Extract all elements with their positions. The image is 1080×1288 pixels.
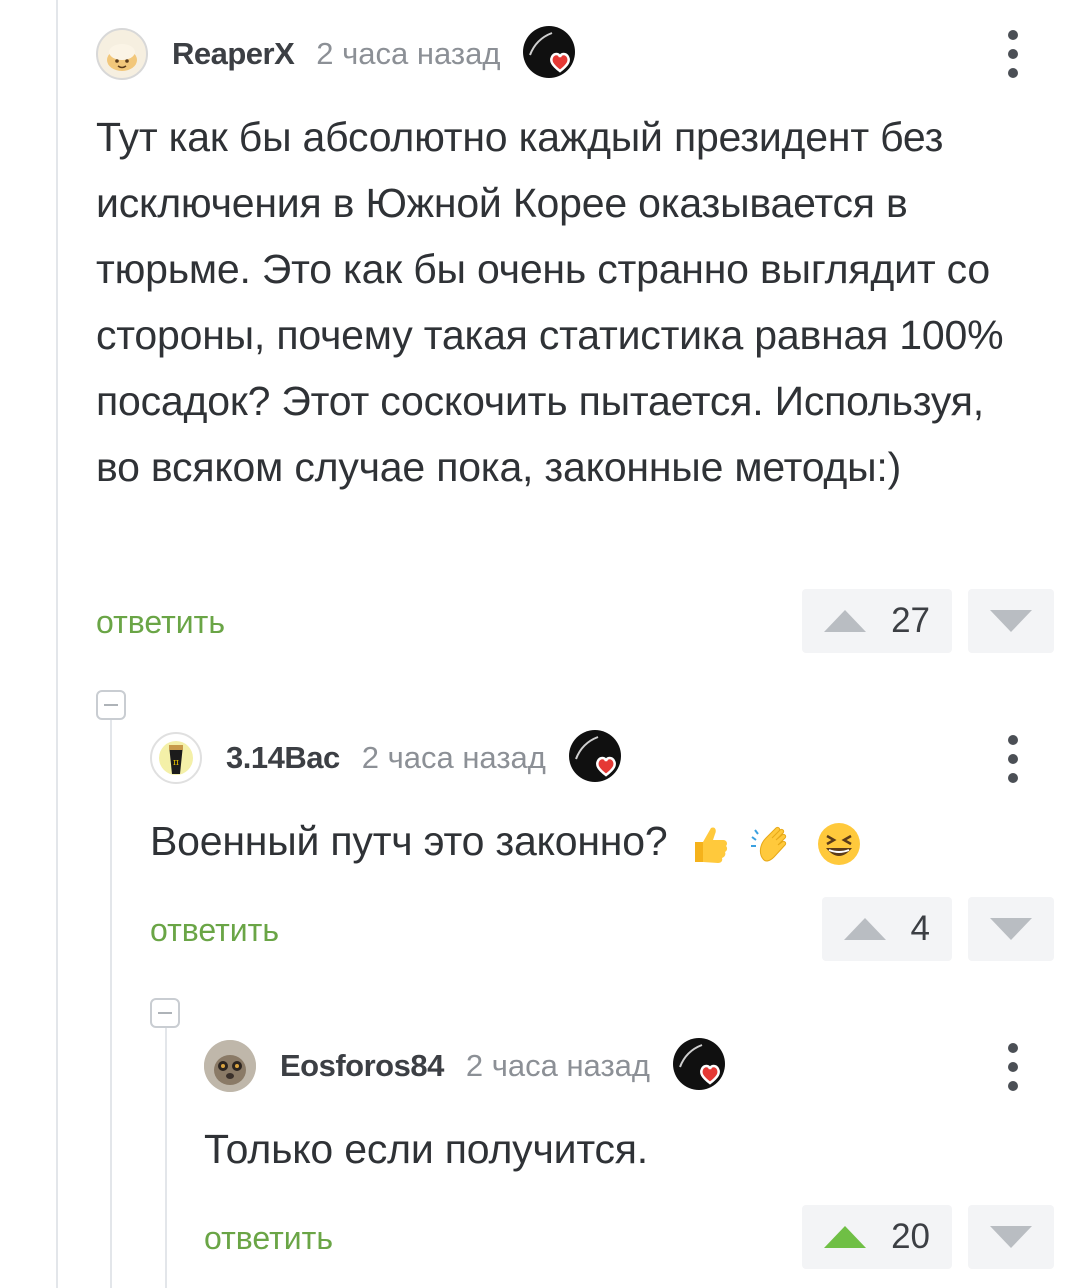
vote-count: 4	[910, 909, 930, 948]
collapse-thread-button[interactable]	[150, 998, 180, 1028]
timestamp: 2 часа назад	[465, 1048, 650, 1083]
heart-badge-icon	[672, 1037, 730, 1095]
thread-line-root	[56, 0, 58, 1288]
pastry-avatar-icon[interactable]	[96, 28, 148, 80]
more-options-icon[interactable]	[1006, 731, 1020, 787]
clapping-hands-emoji	[750, 827, 787, 862]
beer-glass-avatar-icon[interactable]: π	[150, 732, 202, 784]
comment-header: Eosforos84 2 часа назад	[204, 1038, 730, 1094]
arrow-up-icon	[844, 918, 886, 940]
reply-button[interactable]: ответить	[96, 604, 225, 641]
minus-icon	[104, 704, 118, 706]
vote-count: 27	[891, 601, 930, 640]
arrow-up-icon	[824, 610, 866, 632]
username[interactable]: Eosforos84	[280, 1048, 444, 1084]
reply-button[interactable]: ответить	[150, 912, 279, 949]
downvote-button[interactable]	[968, 1205, 1054, 1269]
more-options-icon[interactable]	[1006, 26, 1020, 82]
downvote-button[interactable]	[968, 897, 1054, 961]
username[interactable]: ReaperX	[172, 36, 295, 72]
laughing-face-emoji	[818, 823, 861, 866]
comment-text: Тут как бы абсолютно каждый президент бе…	[96, 114, 1004, 490]
vote-count: 20	[891, 1217, 930, 1256]
arrow-down-icon	[990, 1226, 1032, 1248]
arrow-down-icon	[990, 610, 1032, 632]
username[interactable]: 3.14Bac	[226, 740, 340, 776]
comment-text: Военный путч это законно?	[150, 818, 668, 864]
arrow-down-icon	[990, 918, 1032, 940]
comment-header: π 3.14Bac 2 часа назад	[150, 730, 626, 786]
lemur-avatar-icon[interactable]	[204, 1040, 256, 1092]
minus-icon	[158, 1012, 172, 1014]
heart-badge-icon	[522, 25, 580, 83]
comment-text-row: Военный путч это законно?	[150, 808, 1030, 874]
thread-line-level-2	[165, 1026, 167, 1288]
comment-header: ReaperX 2 часа назад	[96, 26, 580, 82]
upvote-button[interactable]: 4	[822, 897, 952, 961]
collapse-thread-button[interactable]	[96, 690, 126, 720]
upvote-button[interactable]: 20	[802, 1205, 952, 1269]
more-options-icon[interactable]	[1006, 1039, 1020, 1095]
timestamp: 2 часа назад	[361, 740, 546, 775]
reply-button[interactable]: ответить	[204, 1220, 333, 1257]
arrow-up-icon	[824, 1226, 866, 1248]
timestamp: 2 часа назад	[316, 36, 501, 71]
downvote-button[interactable]	[968, 589, 1054, 653]
svg-text:π: π	[173, 758, 179, 768]
comment-text: Только если получится.	[204, 1126, 648, 1172]
upvote-button[interactable]: 27	[802, 589, 952, 653]
thumbs-up-emoji	[694, 827, 727, 864]
heart-badge-icon	[568, 729, 626, 787]
thread-line-level-1	[110, 718, 112, 1288]
